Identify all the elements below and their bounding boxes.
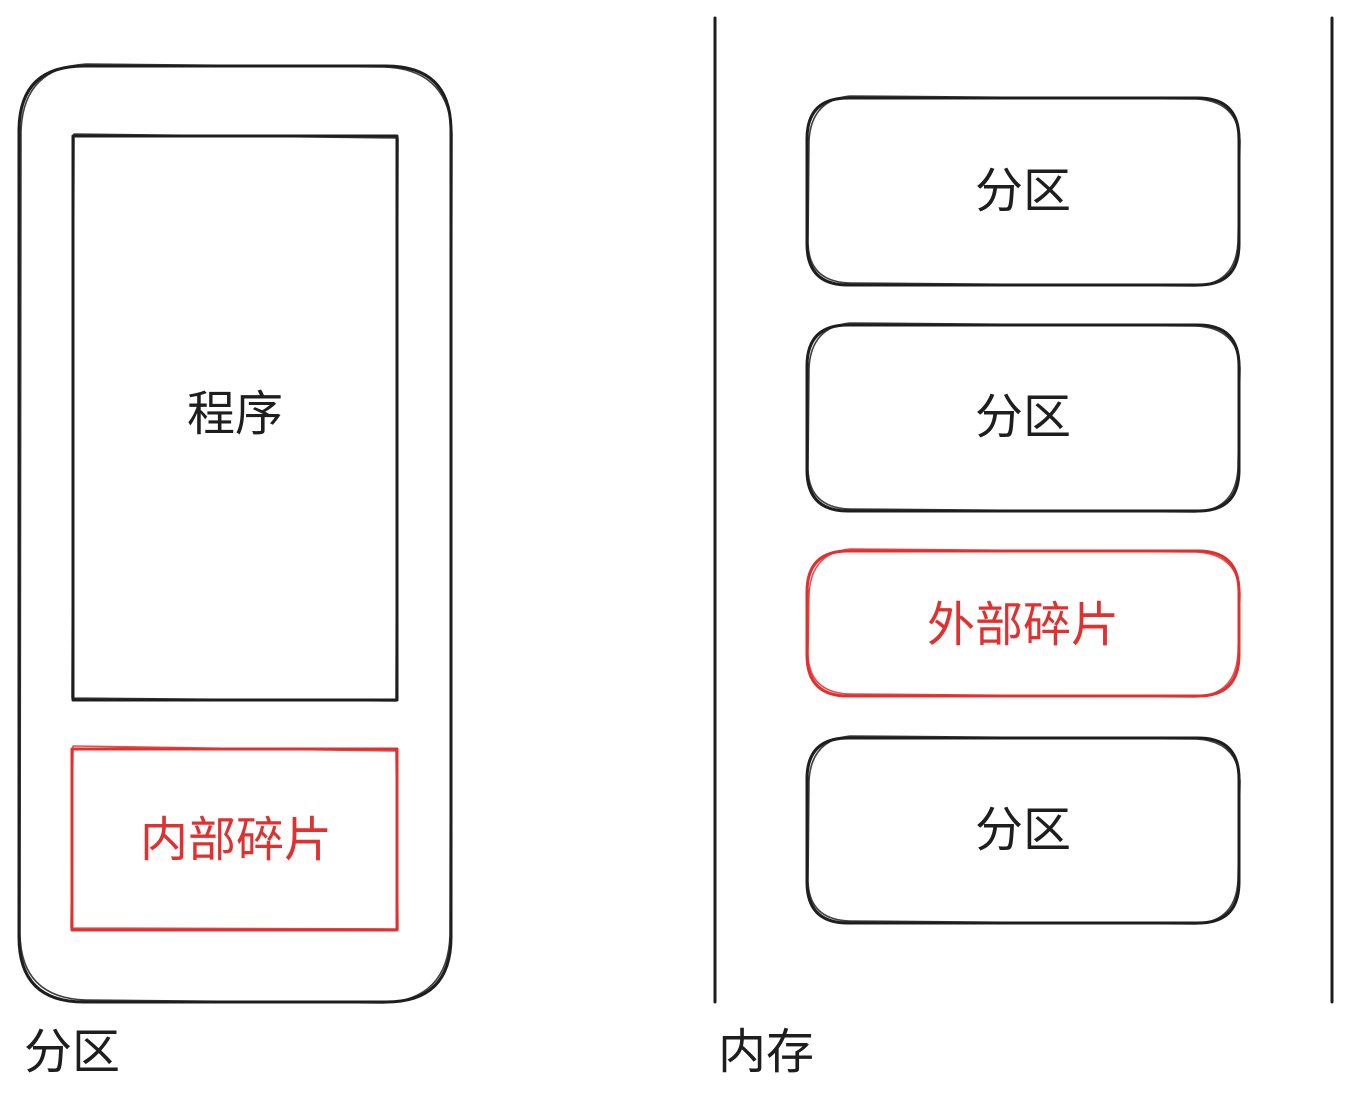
memory-partition-1-label: 分区 <box>975 163 1071 219</box>
external-fragment-label: 外部碎片 <box>927 597 1119 653</box>
memory-partition-3-label: 分区 <box>975 802 1071 858</box>
memory-fragmentation-diagram: 程序 内部碎片 分区 分区 分区 外部碎片 分区 内存 <box>17 16 1334 1080</box>
internal-fragment-box: 内部碎片 <box>70 745 399 932</box>
program-box: 程序 <box>71 133 399 702</box>
memory-caption: 内存 <box>718 1024 814 1080</box>
internal-fragment-label: 内部碎片 <box>140 812 332 868</box>
partition-caption: 分区 <box>24 1024 120 1080</box>
memory-partition-2: 分区 <box>805 322 1241 513</box>
memory-partition-2-label: 分区 <box>975 389 1071 445</box>
memory-partition-3: 分区 <box>805 735 1241 925</box>
external-fragment-block: 外部碎片 <box>805 548 1241 698</box>
memory-partition-1: 分区 <box>805 95 1241 287</box>
program-label: 程序 <box>187 386 283 442</box>
